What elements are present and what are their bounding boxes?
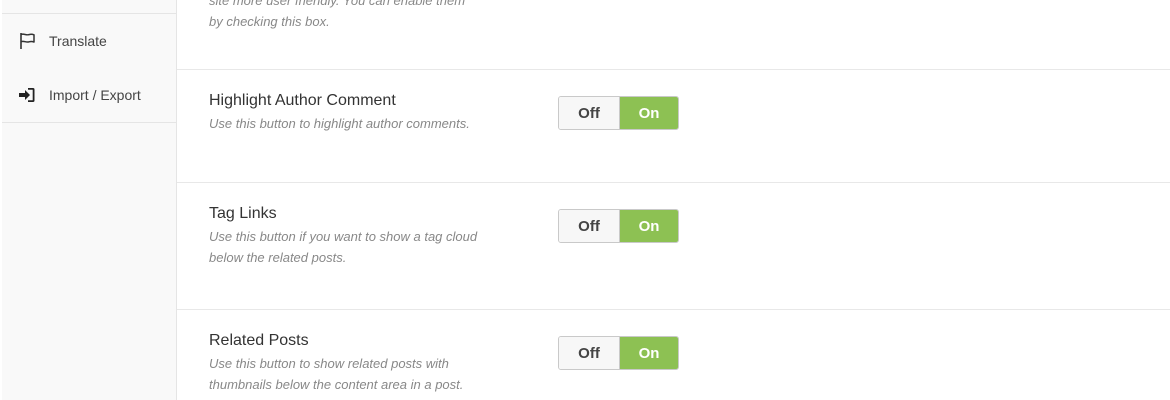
setting-row-related-posts: Related Posts Use this button to show re… — [177, 310, 1170, 400]
description-line: Use this button if you want to show a ta… — [209, 229, 478, 244]
description-line: site more user friendly. You can enable … — [209, 0, 466, 8]
sidebar-item-import-export[interactable]: Import / Export — [2, 68, 176, 123]
description-line: thumbnails below the content area in a p… — [209, 377, 464, 392]
setting-description: Use this button if you want to show a ta… — [209, 226, 519, 268]
sidebar-item-translate[interactable]: Translate — [2, 14, 176, 69]
description-line: Use this button to highlight author comm… — [209, 116, 470, 131]
sidebar-item-label: Import / Export — [49, 87, 141, 103]
toggle-on-button[interactable]: On — [620, 210, 678, 242]
toggle-on-button[interactable]: On — [620, 97, 678, 129]
description-line: by checking this box. — [209, 14, 330, 29]
toggle-off-button[interactable]: Off — [559, 337, 620, 369]
description-line: Use this button to show related posts wi… — [209, 356, 449, 371]
toggle-off-button[interactable]: Off — [559, 210, 620, 242]
settings-panel: site more user friendly. You can enable … — [177, 0, 1170, 400]
setting-description: Use this button to highlight author comm… — [209, 113, 519, 134]
sidebar: Translate Import / Export — [2, 0, 177, 400]
related-posts-toggle[interactable]: Off On — [558, 336, 679, 370]
description-line: below the related posts. — [209, 250, 347, 265]
setting-title: Highlight Author Comment — [209, 92, 396, 109]
toggle-on-button[interactable]: On — [620, 337, 678, 369]
flag-icon — [17, 31, 37, 51]
sign-in-icon — [17, 85, 37, 105]
setting-row-highlight-author-comment: Highlight Author Comment Use this button… — [177, 70, 1170, 183]
highlight-author-comment-toggle[interactable]: Off On — [558, 96, 679, 130]
sidebar-item-label: Translate — [49, 33, 107, 49]
setting-description: Use this button to show related posts wi… — [209, 353, 519, 395]
settings-row-partial: site more user friendly. You can enable … — [177, 0, 1170, 70]
setting-description: site more user friendly. You can enable … — [209, 0, 529, 32]
tag-links-toggle[interactable]: Off On — [558, 209, 679, 243]
setting-title: Tag Links — [209, 205, 277, 222]
setting-row-tag-links: Tag Links Use this button if you want to… — [177, 183, 1170, 310]
toggle-off-button[interactable]: Off — [559, 97, 620, 129]
setting-title: Related Posts — [209, 332, 309, 349]
